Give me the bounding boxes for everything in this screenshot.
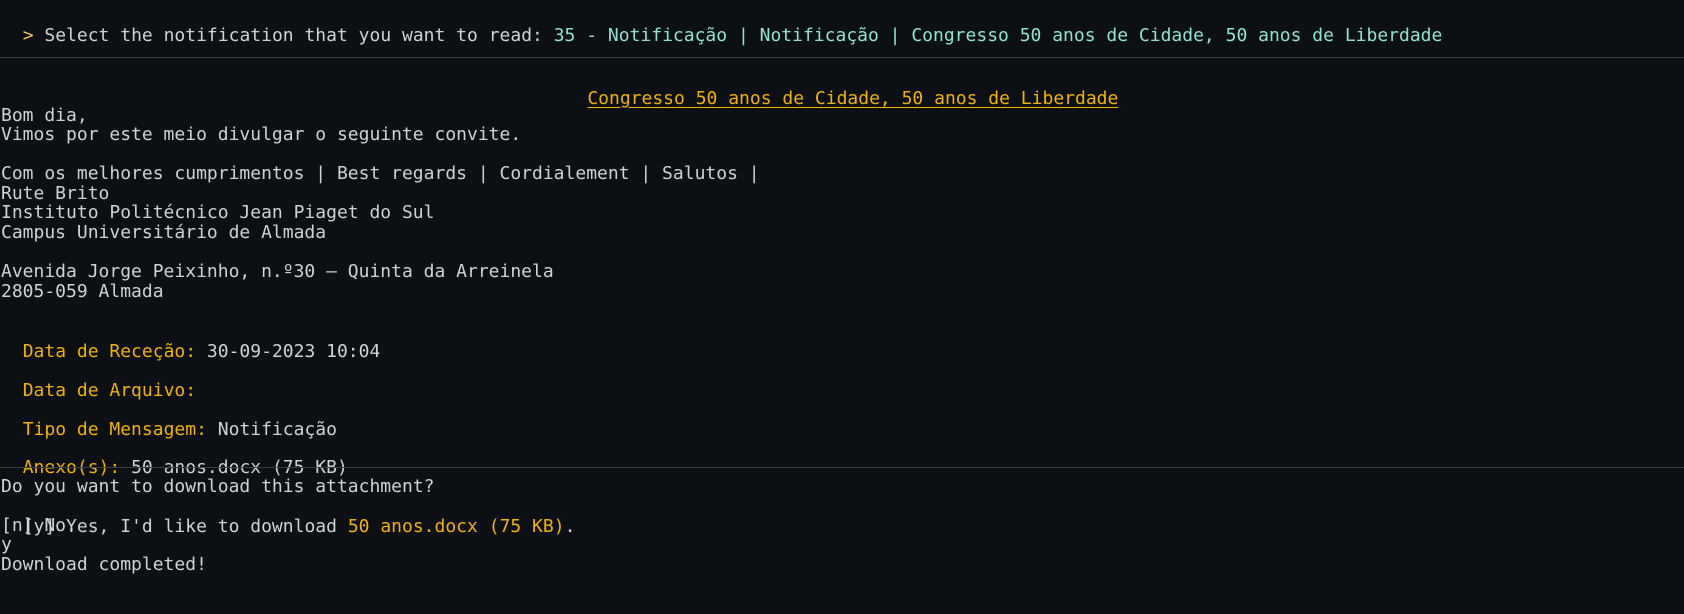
prompt-answer[interactable]: 35 - Notificação | Notificação | Congres… — [554, 25, 1443, 46]
prompt-chevron-icon: > — [22, 25, 34, 46]
received-field: Data de Receção: 30-09-2023 10:04 — [1, 320, 381, 362]
body-line: Com os melhores cumprimentos | Best rega… — [1, 163, 760, 184]
attachment-field: Anexo(s): 50 anos.docx (75 KB) — [1, 436, 348, 478]
body-line: Instituto Politécnico Jean Piaget do Sul — [1, 202, 435, 223]
prompt-line: > Select the notification that you want … — [1, 4, 1443, 46]
yes-option-suffix: . — [564, 516, 576, 537]
type-field: Tipo de Mensagem: Notificação — [1, 398, 337, 440]
body-line: Avenida Jorge Peixinho, n.º30 – Quinta d… — [1, 261, 554, 282]
download-yes-option[interactable]: [y] Yes, I'd like to download 50 anos.do… — [1, 495, 576, 537]
divider-top — [0, 57, 1684, 58]
body-line: Campus Universitário de Almada — [1, 222, 327, 243]
received-value: 30-09-2023 10:04 — [206, 341, 381, 362]
archive-field: Data de Arquivo: — [1, 359, 207, 401]
download-status: Download completed! — [1, 554, 207, 575]
message-title-line: Congresso 50 anos de Cidade, 50 anos de … — [0, 67, 1684, 109]
download-question: Do you want to download this attachment? — [1, 476, 435, 497]
body-line: Bom dia, — [1, 105, 88, 126]
body-line: Rute Brito — [1, 183, 110, 204]
message-title: Congresso 50 anos de Cidade, 50 anos de … — [587, 88, 1119, 109]
prompt-question: Select the notification that you want to… — [44, 25, 543, 46]
yes-option-file: 50 anos.docx (75 KB) — [347, 516, 565, 537]
user-input[interactable]: y — [1, 534, 12, 555]
divider-bottom — [0, 467, 1684, 468]
body-line: Vimos por este meio divulgar o seguinte … — [1, 124, 522, 145]
body-line: 2805-059 Almada — [1, 281, 164, 302]
download-no-option[interactable]: [n] No. — [1, 515, 77, 536]
